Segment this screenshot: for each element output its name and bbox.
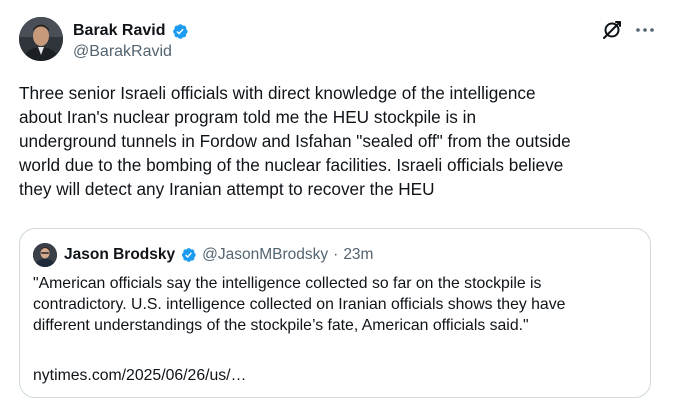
quote-author-avatar[interactable]: [33, 243, 57, 267]
quote-text: "American officials say the intelligence…: [33, 275, 566, 334]
author-handle[interactable]: @BarakRavid: [73, 42, 172, 62]
quote-handle[interactable]: @JasonMBrodsky: [202, 246, 328, 264]
more-icon[interactable]: [633, 18, 657, 42]
quote-link[interactable]: nytimes.com/2025/06/26/us/…: [33, 365, 246, 386]
tweet-text: Three senior Israeli officials with dire…: [19, 83, 571, 199]
grok-icon[interactable]: [600, 18, 624, 42]
quote-tweet-card[interactable]: Jason Brodsky @JasonMBrodsky · 23m "Amer…: [19, 228, 651, 398]
quote-header: Jason Brodsky @JasonMBrodsky · 23m: [64, 244, 373, 266]
quote-display-name[interactable]: Jason Brodsky: [64, 246, 175, 264]
verified-badge-icon: [182, 248, 196, 262]
verified-badge-icon: [172, 23, 188, 39]
author-display-name[interactable]: Barak Ravid: [73, 21, 166, 41]
author-avatar[interactable]: [19, 17, 63, 61]
quote-separator: ·: [333, 246, 339, 263]
quote-timestamp[interactable]: 23m: [343, 246, 373, 264]
author-name-row: Barak Ravid: [73, 20, 189, 42]
tweet: Barak Ravid @BarakRavid Three senior Isr…: [0, 0, 677, 409]
